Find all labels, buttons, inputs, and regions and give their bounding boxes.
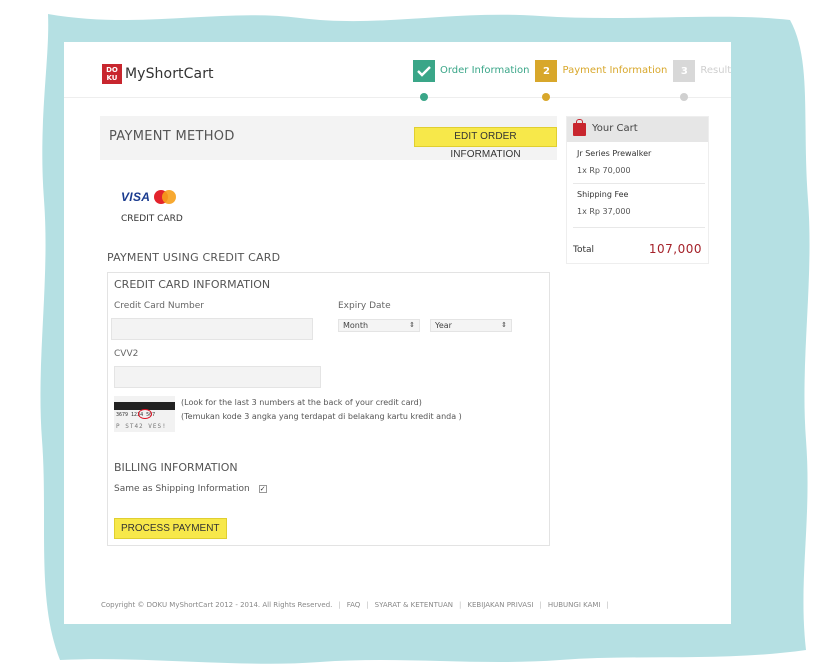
copyright-text: Copyright © DOKU MyShortCart 2012 - 2014… [101,601,333,609]
step-number: 3 [673,60,696,82]
footer-link-privacy[interactable]: KEBIJAKAN PRIVASI [467,601,533,609]
footer-link-terms[interactable]: SYARAT & KETENTUAN [375,601,453,609]
cart-item-qty-price: 1x Rp 70,000 [577,166,631,175]
payment-panel-header: PAYMENT METHOD EDIT ORDER INFORMATION [100,116,557,160]
same-as-shipping-row: Same as Shipping Information ✓ [114,484,267,494]
cart-item-name: Shipping Fee [577,190,629,199]
expiry-date-label: Expiry Date [338,301,391,311]
cart-total-label: Total [573,245,595,255]
divider [573,227,705,228]
cart-item: Shipping Fee 1x Rp 37,000 [577,190,703,216]
select-arrows-icon: ⇕ [501,321,507,329]
step-result: 3 Result [673,60,732,101]
selected-value: Month [343,321,369,330]
step-number: 2 [535,60,558,82]
payment-method-label: CREDIT CARD [121,214,183,224]
cart-total-value: 107,000 [648,242,702,256]
select-arrows-icon: ⇕ [409,321,415,329]
cvv-hint-indonesian: (Temukan kode 3 angka yang terdapat di b… [181,412,462,421]
checkmark-icon [413,60,435,82]
form-title: CREDIT CARD INFORMATION [114,278,271,291]
step-label: Result [700,65,732,76]
cart-title: Your Cart [592,123,638,134]
site-header: DO KU MyShortCart Order Information 2 Pay… [64,42,731,101]
page-title: PAYMENT METHOD [109,129,235,144]
same-as-shipping-label: Same as Shipping Information [114,484,250,494]
same-as-shipping-checkbox[interactable]: ✓ [258,485,267,493]
step-indicator-dot [680,93,689,101]
step-label: Order Information [440,65,530,76]
checkout-steps: Order Information 2 Payment Information … [413,60,737,101]
mastercard-logo-icon [154,190,177,204]
cvv-input[interactable] [114,366,321,388]
doku-logo-icon: DO KU [102,64,122,84]
step-payment-information: 2 Payment Information [535,60,668,101]
brand-name: MyShortCart [125,66,214,82]
card-number-input[interactable] [111,318,313,340]
step-indicator-dot [420,93,428,101]
payment-method-credit-card[interactable]: VISA [121,190,177,204]
step-indicator-dot [542,93,551,101]
cart-item-name: Jr Series Prewalker [577,149,652,158]
cart-item: Jr Series Prewalker 1x Rp 70,000 [577,149,703,175]
step-label: Payment Information [562,65,668,76]
cart-header: Your Cart [567,117,708,142]
cart-summary: Your Cart Jr Series Prewalker 1x Rp 70,0… [566,116,709,264]
visa-logo-icon: VISA [121,190,151,204]
divider [573,183,705,184]
process-payment-button[interactable]: PROCESS PAYMENT [114,518,227,539]
footer-link-contact[interactable]: HUBUNGI KAMI [548,601,601,609]
cvv-hint-english: (Look for the last 3 numbers at the back… [181,398,422,407]
expiry-month-select[interactable]: Month ⇕ [338,319,420,332]
cvv-label: CVV2 [114,349,139,359]
expiry-year-select[interactable]: Year ⇕ [430,319,512,332]
brand-logo[interactable]: DO KU MyShortCart [102,64,214,84]
edit-order-information-button[interactable]: EDIT ORDER INFORMATION [414,127,557,160]
cart-item-qty-price: 1x Rp 37,000 [577,207,631,216]
cvv-location-image: 3679 1234 567 P ST42 VES! [114,396,175,432]
card-number-label: Credit Card Number [114,301,204,311]
credit-card-form: CREDIT CARD INFORMATION Credit Card Numb… [107,272,550,546]
site-footer: Copyright © DOKU MyShortCart 2012 - 2014… [101,601,609,609]
step-order-information: Order Information [413,60,530,101]
section-title: PAYMENT USING CREDIT CARD [107,251,281,264]
payment-panel: PAYMENT METHOD EDIT ORDER INFORMATION VI… [100,116,557,588]
selected-value: Year [435,321,452,330]
shopping-bag-icon [573,119,586,136]
footer-link-faq[interactable]: FAQ [347,601,361,609]
billing-information-title: BILLING INFORMATION [114,461,238,474]
checkout-page: DO KU MyShortCart Order Information 2 Pay… [64,42,731,624]
